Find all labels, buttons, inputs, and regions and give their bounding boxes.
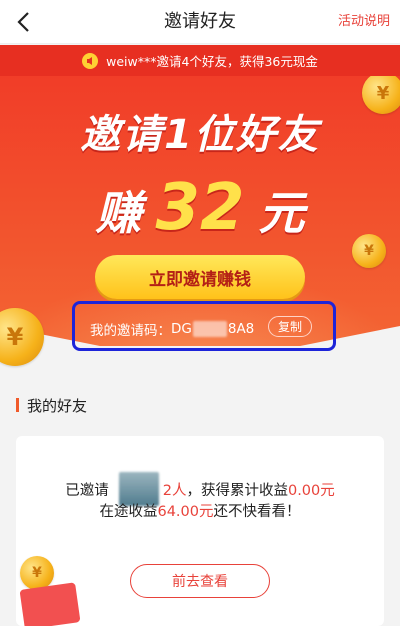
speaker-icon: [82, 52, 99, 69]
invite-code-suffix: 8A8: [227, 321, 255, 337]
invite-code-prefix: DG: [171, 321, 192, 337]
pending-label: 在途收益: [99, 504, 158, 520]
headline-earn: 赚 32 元: [0, 171, 400, 245]
view-details-button[interactable]: 前去查看: [130, 564, 270, 598]
earned-amount: 0.00元: [287, 482, 335, 499]
invite-friends-page: 邀请好友 活动说明 weiw***邀请4个好友，获得36元现金 邀请1位好友 赚…: [0, 0, 400, 626]
headline-earn-amount: 32: [155, 171, 245, 245]
earned-label: ，获得累计收益: [186, 482, 288, 499]
invited-label: 已邀请: [65, 482, 109, 499]
nav-bar: 邀请好友 活动说明: [0, 0, 400, 44]
ticker-text: weiw***邀请4个好友，获得36元现金: [106, 54, 318, 69]
activity-rules-link[interactable]: 活动说明: [338, 0, 390, 44]
headline-earn-suffix: 元: [258, 186, 305, 240]
section-header: 我的好友: [16, 396, 88, 415]
invite-code-label: 我的邀请码：: [90, 323, 171, 339]
pending-amount: 64.00元: [157, 504, 214, 520]
invite-now-button[interactable]: 立即邀请赚钱: [95, 255, 305, 299]
invite-code: 我的邀请码： DG 8A8: [90, 319, 254, 339]
friends-summary-card: 已邀请 2人 ，获得累计收益 0.00元 在途收益64.00元还不快看看！ 前去…: [16, 436, 384, 626]
announcement-ticker: weiw***邀请4个好友，获得36元现金: [0, 45, 400, 76]
section-accent-bar: [16, 398, 19, 412]
section-title: 我的好友: [27, 396, 88, 415]
pending-summary: 在途收益64.00元还不快看看！: [16, 500, 384, 521]
invite-code-redacted: [192, 321, 227, 337]
coin-icon: [0, 308, 44, 366]
pending-suffix: 还不快看看！: [213, 504, 301, 520]
invited-count: 2人: [162, 482, 187, 499]
copy-code-button[interactable]: 复制: [268, 316, 312, 337]
red-envelope-icon: [19, 582, 81, 626]
headline-invite: 邀请1位好友: [80, 112, 320, 158]
headline-earn-prefix: 赚: [95, 186, 142, 240]
hero-banner: 邀请1位好友 赚32元 立即邀请赚钱 我的邀请码： DG 8A8 复制: [0, 76, 400, 376]
